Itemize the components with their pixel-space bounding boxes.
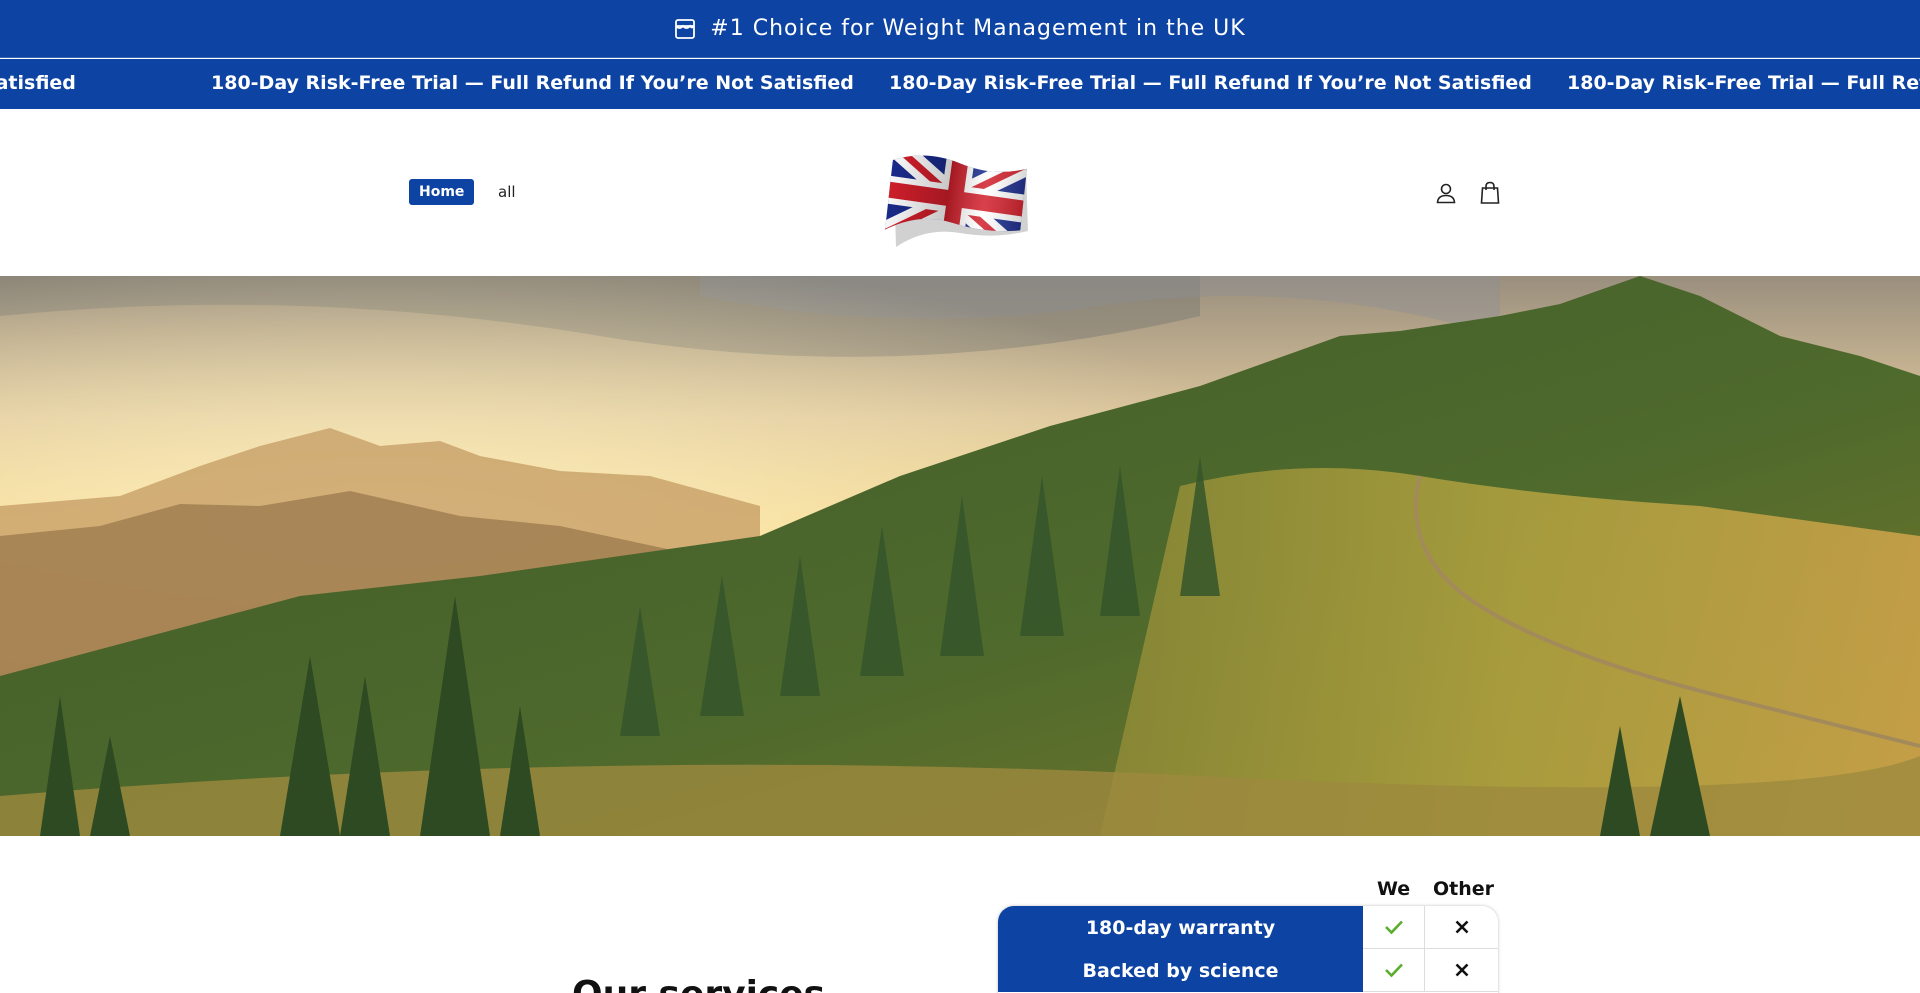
trial-marquee: 180-Day Risk-Free Trial — Full Refund If…	[0, 59, 1920, 109]
column-other-header: Other	[1433, 878, 1495, 900]
comparison-rows: 180-day warranty Backed by science	[998, 906, 1498, 993]
marquee-item: 180-Day Risk-Free Trial — Full Refund If…	[1567, 72, 1920, 94]
store-icon	[674, 18, 696, 40]
cart-icon[interactable]	[1476, 179, 1504, 207]
column-we-header: We	[1377, 878, 1411, 900]
hero-image	[0, 276, 1920, 836]
announcement-text: #1 Choice for Weight Management in the U…	[710, 16, 1246, 41]
account-icon[interactable]	[1432, 179, 1460, 207]
row-label: Backed by science	[998, 949, 1363, 992]
comparison-row: 180-day warranty	[998, 906, 1498, 949]
nav-home-link[interactable]: Home	[409, 179, 475, 205]
check-icon	[1363, 949, 1425, 992]
marquee-item: 180-Day Risk-Free Trial — Full Refund If…	[211, 72, 854, 94]
cross-icon	[1425, 906, 1498, 949]
uk-flag-logo[interactable]	[880, 149, 1030, 249]
services-title: Our services	[572, 975, 825, 993]
announcement-bar: #1 Choice for Weight Management in the U…	[0, 0, 1920, 58]
marquee-item: 180-Day Risk-Free Trial — Full Refund If…	[0, 72, 76, 94]
cross-icon	[1425, 949, 1498, 992]
comparison-row: Backed by science	[998, 949, 1498, 992]
comparison-table: We Other 180-day warranty Backed by scie…	[998, 874, 1498, 993]
nav-all-link[interactable]: all	[498, 182, 516, 202]
marquee-item: 180-Day Risk-Free Trial — Full Refund If…	[889, 72, 1532, 94]
check-icon	[1363, 906, 1425, 949]
row-label: 180-day warranty	[998, 906, 1363, 949]
site-header: Home all	[0, 109, 1920, 276]
